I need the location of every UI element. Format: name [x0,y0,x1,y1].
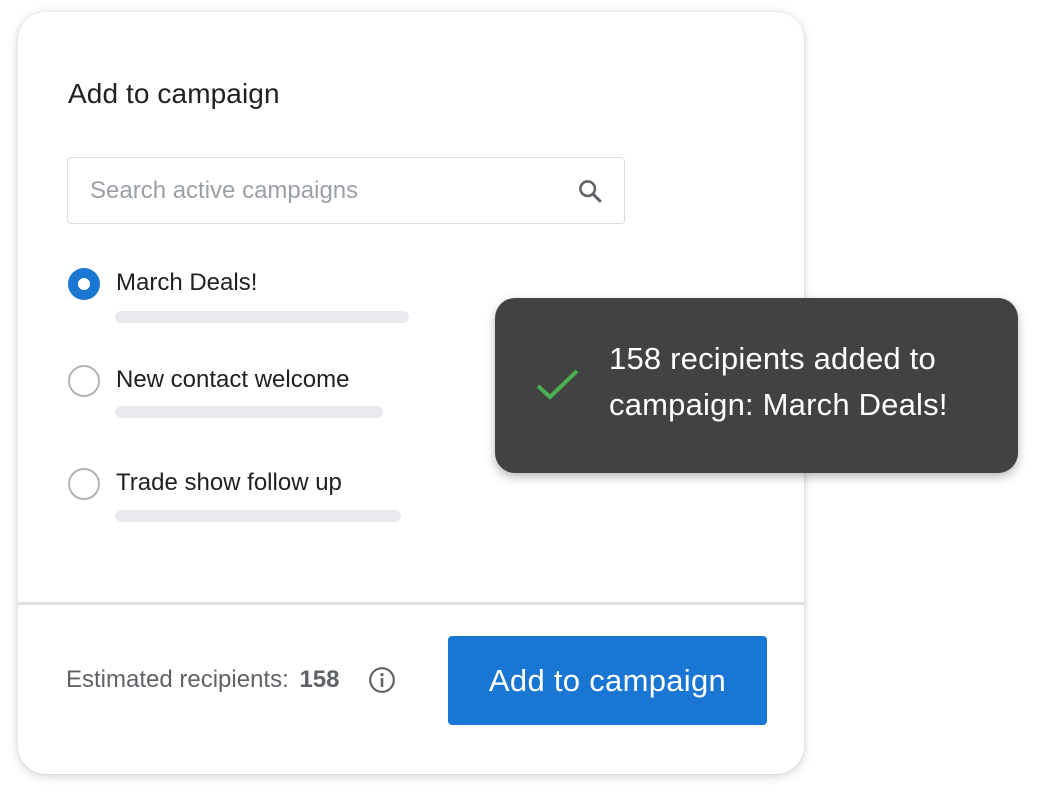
add-to-campaign-button[interactable]: Add to campaign [448,636,767,725]
campaign-option-label: New contact welcome [116,366,350,393]
stage: Add to campaign March Deals! New contact… [0,0,1037,799]
search-input[interactable] [90,158,560,223]
radio-button[interactable] [68,365,100,397]
campaign-details-placeholder [115,406,383,418]
campaign-details-placeholder [115,510,401,522]
info-icon[interactable] [368,666,396,694]
campaign-option-label: March Deals! [116,269,258,296]
campaign-option-label: Trade show follow up [116,469,342,496]
search-icon[interactable] [576,177,604,205]
estimated-recipients-count: 158 [299,666,340,693]
footer-divider [18,602,804,605]
dialog-title: Add to campaign [68,78,280,109]
check-icon [536,369,579,400]
toast-message: 158 recipients added to campaign: March … [609,341,948,422]
success-toast: 158 recipients added to campaign: March … [495,298,1018,473]
estimated-recipients-label: Estimated recipients: [66,666,289,693]
campaign-search-field[interactable] [67,157,625,224]
estimated-recipients: Estimated recipients: 158 [66,665,339,695]
radio-button[interactable] [68,468,100,500]
campaign-details-placeholder [115,311,409,323]
radio-button-selected[interactable] [68,268,100,300]
